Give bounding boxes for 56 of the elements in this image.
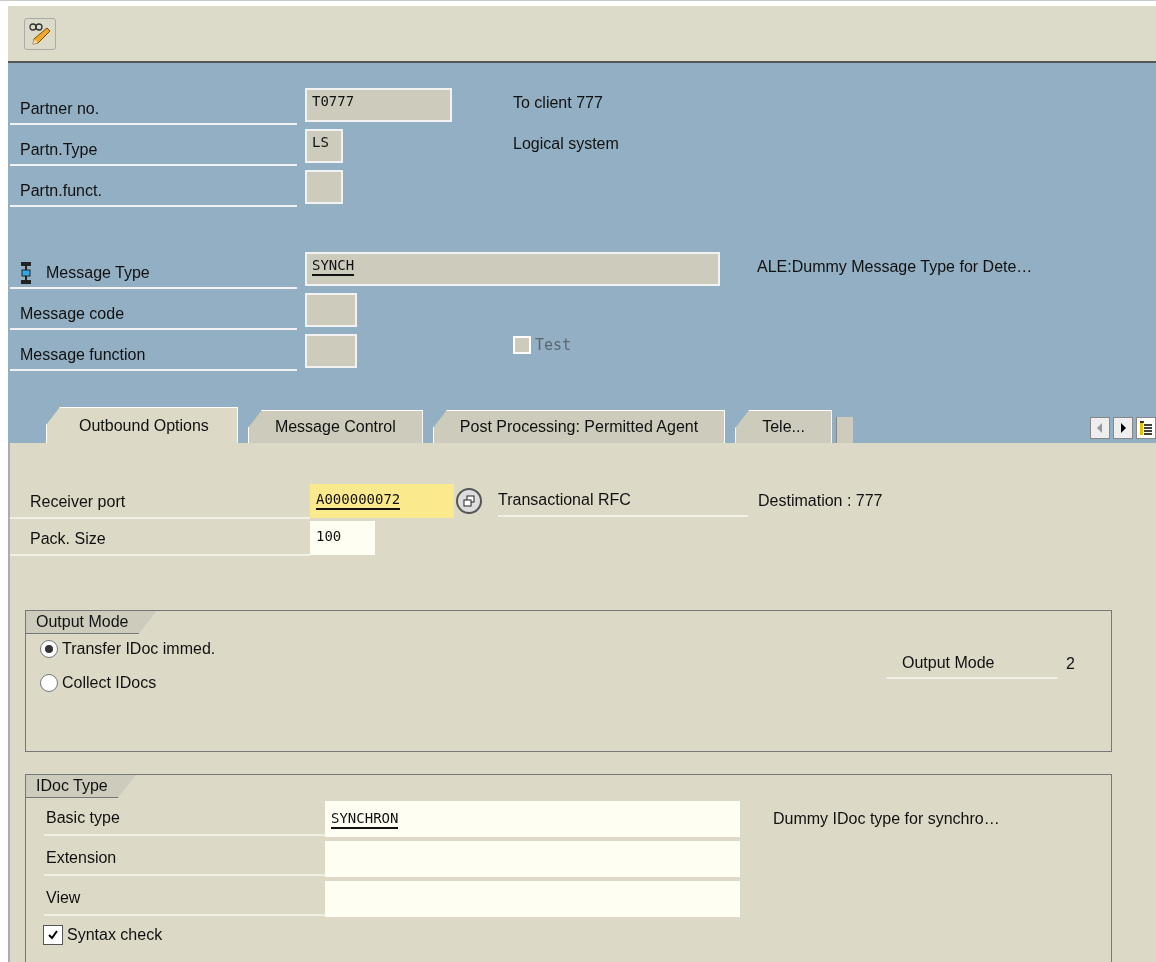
right-triangle-icon	[1119, 423, 1127, 433]
radio-button[interactable]	[40, 640, 58, 658]
tab[interactable]: Message Control	[247, 410, 423, 443]
field-value: LS	[312, 134, 329, 150]
field-label: Pack. Size	[10, 523, 310, 556]
field-description: Dummy IDoc type for synchro…	[773, 810, 1000, 828]
field-description: Transactional RFC	[498, 484, 748, 517]
checkbox-label: Test	[535, 336, 572, 354]
tab-list-button[interactable]	[1136, 417, 1156, 439]
field-value: T0777	[312, 93, 355, 109]
checkbox-label: Syntax check	[67, 926, 163, 944]
input-field[interactable]: T0777	[305, 88, 452, 122]
input-field[interactable]: LS	[305, 129, 343, 163]
input-field[interactable]: SYNCHRON	[325, 801, 740, 837]
left-triangle-icon	[1096, 423, 1104, 433]
field-label: Message code	[20, 305, 125, 323]
field-value: SYNCHRON	[331, 810, 399, 829]
input-field[interactable]: 100	[310, 520, 375, 555]
field-description: ALE:Dummy Message Type for Dete…	[757, 258, 1033, 276]
field-label: Message Type	[46, 264, 150, 282]
radio-button[interactable]	[40, 674, 58, 692]
field-value: SYNCH	[312, 257, 355, 276]
field-value: 100	[316, 527, 342, 544]
input-field[interactable]	[305, 170, 343, 204]
windows-icon	[463, 494, 475, 507]
destination-text: Destimation : 777	[758, 491, 883, 510]
checkmark-icon	[47, 929, 59, 941]
display-change-button[interactable]	[24, 17, 56, 50]
field-description: Logical system	[513, 135, 619, 153]
tab[interactable]: Post Processing: Permitted Agent	[432, 410, 726, 443]
tab-overflow	[835, 417, 853, 443]
field-label: Partn.funct.	[10, 177, 297, 207]
field-value: 2	[1066, 655, 1075, 673]
detail-button[interactable]	[456, 487, 482, 514]
field-label: Output Mode	[886, 649, 1058, 679]
field-label: Message function	[20, 346, 146, 364]
field-label: Partner no.	[10, 95, 297, 125]
tab[interactable]: Tele...	[735, 410, 832, 443]
hierarchy-icon	[20, 261, 32, 285]
input-field[interactable]: SYNCH	[305, 252, 720, 286]
group-title: IDoc Type	[26, 775, 136, 798]
group-title: Output Mode	[26, 611, 157, 634]
checkbox[interactable]	[44, 926, 62, 944]
scroll-right-button[interactable]	[1113, 417, 1133, 439]
pencil-glasses-icon	[27, 20, 53, 47]
tab[interactable]: Outbound Options	[46, 407, 238, 443]
field-description: To client 777	[513, 94, 603, 112]
list-icon	[1140, 421, 1152, 435]
input-field[interactable]	[325, 841, 740, 877]
field-value: A000000072	[316, 490, 401, 510]
input-field[interactable]	[325, 881, 740, 917]
input-field[interactable]: A000000072	[310, 483, 454, 518]
input-field[interactable]	[305, 293, 357, 327]
field-label: Receiver port	[10, 486, 310, 519]
field-label: Partn.Type	[10, 136, 297, 166]
input-field[interactable]	[305, 334, 357, 368]
